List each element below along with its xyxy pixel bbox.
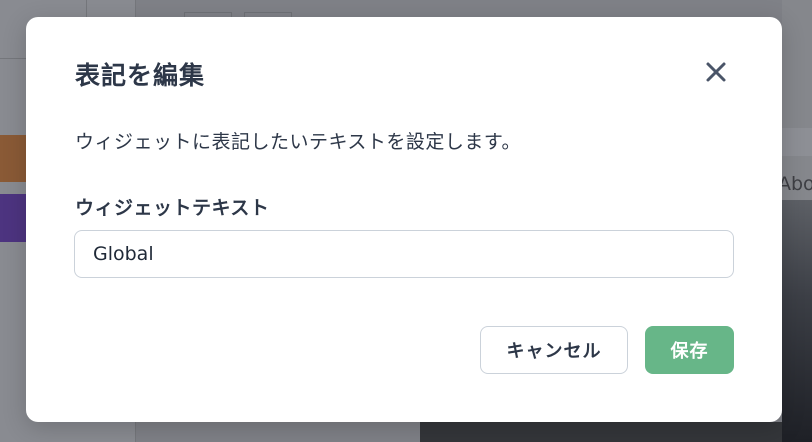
dialog-description: ウィジェットに表記したいテキストを設定します。 bbox=[75, 131, 522, 153]
background-orange-swatch bbox=[0, 135, 26, 182]
dialog-title: 表記を編集 bbox=[75, 61, 206, 90]
widget-text-input[interactable] bbox=[74, 230, 734, 278]
background-partial-text: Abo bbox=[778, 173, 812, 195]
close-button[interactable] bbox=[699, 55, 733, 89]
close-icon bbox=[706, 62, 726, 82]
cancel-button[interactable]: キャンセル bbox=[480, 326, 628, 374]
widget-text-label: ウィジェットテキスト bbox=[75, 197, 270, 219]
save-button[interactable]: 保存 bbox=[645, 326, 734, 374]
background-right-band bbox=[782, 128, 812, 156]
edit-label-dialog: 表記を編集 ウィジェットに表記したいテキストを設定します。 ウィジェットテキスト… bbox=[26, 17, 782, 422]
background-photo bbox=[782, 200, 812, 442]
background-photo-bottom bbox=[420, 422, 782, 442]
background-purple-swatch bbox=[0, 194, 26, 242]
